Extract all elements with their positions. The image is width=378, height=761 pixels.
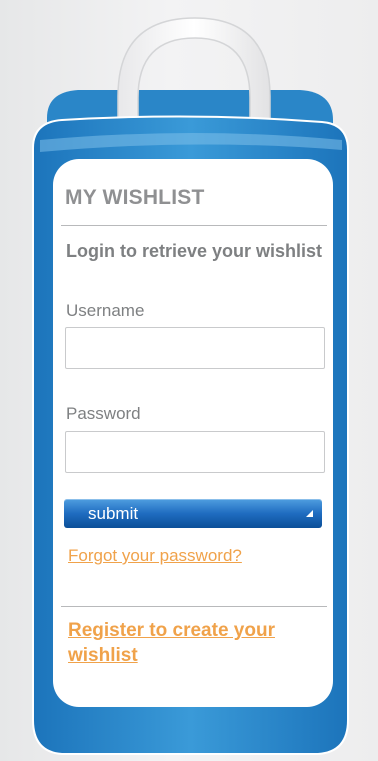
forgot-password-link[interactable]: Forgot your password? [68, 546, 242, 566]
password-label: Password [66, 404, 141, 423]
password-field[interactable] [65, 431, 325, 473]
title-divider [61, 225, 327, 226]
submit-button[interactable]: submit [64, 499, 322, 528]
corner-arrow-icon [306, 510, 313, 517]
widget-title: MY WISHLIST [65, 186, 205, 209]
username-field[interactable] [65, 327, 325, 369]
submit-button-label: submit [88, 503, 139, 523]
register-divider [61, 606, 327, 607]
username-label: Username [66, 301, 145, 320]
register-link[interactable]: Register to create your wishlist [68, 618, 330, 668]
wishlist-widget: MY WISHLIST Login to retrieve your wishl… [0, 0, 378, 761]
widget-subtitle: Login to retrieve your wishlist [66, 241, 323, 261]
